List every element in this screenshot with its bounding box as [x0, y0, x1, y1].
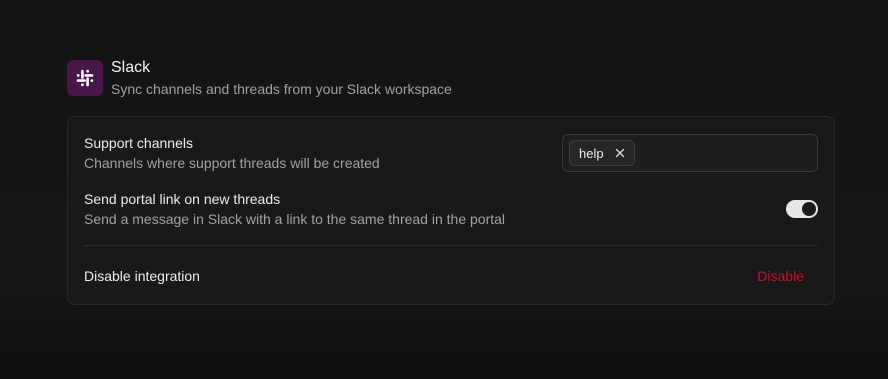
disable-integration-row: Disable integration: [84, 267, 818, 285]
toggle-knob: [802, 202, 816, 216]
slack-logo: [67, 60, 103, 96]
slack-integration-section: Slack Sync channels and threads from you…: [67, 58, 835, 305]
portal-link-description: Send a message in Slack with a link to t…: [84, 211, 506, 227]
portal-link-row: Send portal link on new threads Send a m…: [84, 190, 818, 228]
integration-settings-card: Support channels Channels where support …: [67, 116, 835, 305]
disable-integration-title: Disable integration: [84, 268, 200, 284]
disable-button[interactable]: Disable: [757, 267, 804, 285]
close-icon[interactable]: [614, 147, 626, 159]
integration-description: Sync channels and threads from your Slac…: [111, 81, 452, 97]
portal-link-toggle[interactable]: [786, 200, 818, 218]
integration-title: Slack: [111, 59, 151, 76]
portal-link-title: Send portal link on new threads: [84, 191, 281, 207]
divider: [84, 245, 818, 246]
integration-header-text: Slack Sync channels and threads from you…: [111, 58, 452, 98]
channel-chip-label: help: [579, 145, 604, 161]
channel-chip-help: help: [569, 140, 635, 166]
support-channels-input[interactable]: help: [562, 134, 818, 172]
slack-icon: [76, 69, 94, 87]
integration-header: Slack Sync channels and threads from you…: [67, 58, 835, 116]
